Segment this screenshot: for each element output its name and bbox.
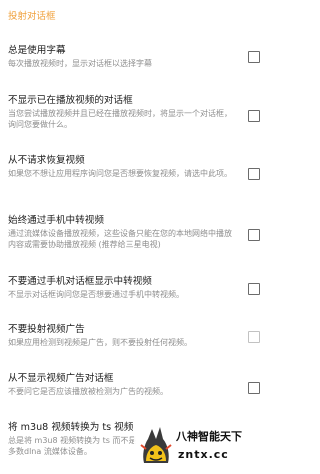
setting-summary: 总是将 m3u8 视频转换为 ts 而不是多数dlna 流媒体设备。 bbox=[8, 436, 137, 456]
watermark-logo-icon bbox=[140, 427, 172, 463]
section-header-cast-dialogs: 投射对话框 bbox=[8, 11, 56, 22]
checkbox-hide-already-playing-dialog[interactable] bbox=[248, 110, 260, 122]
setting-summary: 当您尝试播放视频并且已经在播放视频时，将显示一个对话框，询问您要做什么。 bbox=[8, 109, 232, 129]
setting-item-always-proxy-via-phone[interactable]: 始终通过手机中转视频 通过流媒体设备播放视频，这些设备只能在您的本地网络中播放内… bbox=[8, 214, 273, 250]
checkbox-hide-ad-dialog[interactable] bbox=[248, 382, 260, 394]
checkbox-always-proxy-via-phone[interactable] bbox=[248, 229, 260, 241]
setting-summary: 不显示对话框询问您是否想要通过手机中转视频。 bbox=[8, 290, 184, 299]
checkbox-never-ask-resume[interactable] bbox=[248, 168, 260, 180]
watermark-site-name: 八神智能天下 bbox=[176, 430, 242, 443]
setting-summary: 如果您不想让应用程序询问您是否想要恢复视频，请选中此项。 bbox=[8, 169, 232, 178]
setting-title: 从不请求恢复视频 bbox=[8, 155, 85, 166]
setting-item-no-cast-ads[interactable]: 不要投射视频广告 如果应用检测到视频是广告，则不要投射任何视频。 bbox=[8, 323, 273, 348]
watermark-domain: zntx.cc bbox=[178, 448, 229, 461]
setting-title: 不显示已在播放视频的对话框 bbox=[8, 95, 133, 106]
setting-summary: 通过流媒体设备播放视频，这些设备只能在您的本地网络中播放内容或需要协助播放视频 … bbox=[8, 229, 232, 249]
setting-summary: 如果应用检测到视频是广告，则不要投射任何视频。 bbox=[8, 338, 192, 347]
setting-title: 不要投射视频广告 bbox=[8, 324, 85, 335]
setting-summary: 不要问它是否应该播放被检测为广告的视频。 bbox=[8, 387, 168, 396]
settings-screen: 投射对话框 总是使用字幕 每次播放视频时，显示对话框以选择字幕 不显示已在播放视… bbox=[0, 0, 273, 474]
setting-item-hide-proxy-dialog[interactable]: 不要通过手机对话框显示中转视频 不显示对话框询问您是否想要通过手机中转视频。 bbox=[8, 275, 273, 300]
setting-item-hide-already-playing-dialog[interactable]: 不显示已在播放视频的对话框 当您尝试播放视频并且已经在播放视频时，将显示一个对话… bbox=[8, 94, 273, 130]
setting-title: 从不显示视频广告对话框 bbox=[8, 373, 114, 384]
setting-title: 始终通过手机中转视频 bbox=[8, 215, 104, 226]
setting-item-hide-ad-dialog[interactable]: 从不显示视频广告对话框 不要问它是否应该播放被检测为广告的视频。 bbox=[8, 372, 273, 397]
checkbox-hide-proxy-dialog[interactable] bbox=[248, 283, 260, 295]
checkbox-no-cast-ads[interactable] bbox=[248, 331, 260, 343]
setting-title: 总是使用字幕 bbox=[8, 45, 66, 56]
checkbox-always-use-subtitles[interactable] bbox=[248, 51, 260, 63]
setting-title: 不要通过手机对话框显示中转视频 bbox=[8, 276, 152, 287]
setting-summary: 每次播放视频时，显示对话框以选择字幕 bbox=[8, 59, 152, 68]
watermark-badge: 八神智能天下 zntx.cc bbox=[134, 421, 273, 474]
setting-item-never-ask-resume[interactable]: 从不请求恢复视频 如果您不想让应用程序询问您是否想要恢复视频，请选中此项。 bbox=[8, 154, 273, 179]
setting-item-always-use-subtitles[interactable]: 总是使用字幕 每次播放视频时，显示对话框以选择字幕 bbox=[8, 44, 273, 69]
